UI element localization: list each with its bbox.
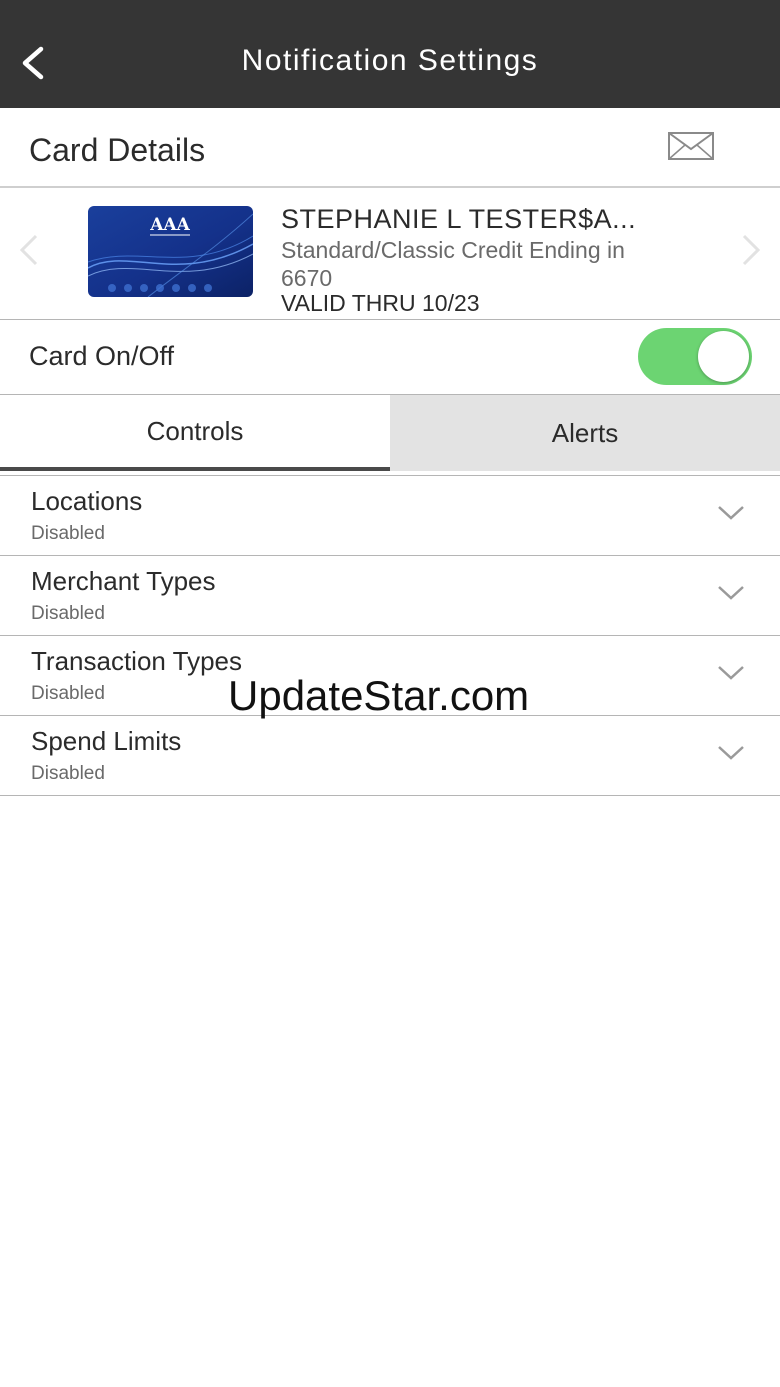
card-type-description: Standard/Classic Credit Ending in 6670 (281, 237, 625, 291)
tab-alerts[interactable]: Alerts (390, 395, 780, 471)
card-on-off-row: Card On/Off (0, 320, 780, 395)
top-bar: Notification Settings (0, 0, 780, 108)
envelope-icon (668, 132, 714, 160)
card-on-off-label: Card On/Off (29, 341, 175, 371)
control-status: Disabled (31, 523, 105, 544)
toggle-knob (698, 331, 749, 382)
control-status: Disabled (31, 763, 105, 784)
previous-card-button[interactable] (14, 230, 44, 270)
control-title: Spend Limits (31, 726, 182, 756)
card-carousel: AAA STEPHANIE L TESTER$A... Standard/Cla… (0, 190, 780, 320)
chevron-left-icon (19, 234, 38, 266)
chevron-down-icon (718, 746, 744, 760)
control-row-locations[interactable]: Locations Disabled (0, 476, 780, 556)
mail-button[interactable] (666, 130, 716, 166)
chevron-down-icon (718, 506, 744, 520)
chevron-down-icon (718, 666, 744, 680)
control-title: Merchant Types (31, 566, 216, 596)
tab-bar: Controls Alerts (0, 395, 780, 471)
page-title: Notification Settings (241, 44, 539, 77)
card-logo-text: AAA (149, 215, 190, 235)
chevron-down-icon (718, 586, 744, 600)
card-on-off-toggle[interactable] (638, 328, 752, 385)
controls-list: Locations Disabled Merchant Types Disabl… (0, 475, 780, 796)
control-title: Transaction Types (31, 646, 242, 676)
tab-controls[interactable]: Controls (0, 395, 390, 471)
control-status: Disabled (31, 683, 105, 704)
control-status: Disabled (31, 603, 105, 624)
watermark-text: UpdateStar.com (228, 672, 530, 719)
next-card-button[interactable] (736, 230, 766, 270)
control-title: Locations (31, 486, 143, 516)
card-holder-name: STEPHANIE L TESTER$A... (281, 204, 637, 234)
card-valid-thru: VALID THRU 10/23 (281, 290, 480, 316)
chevron-right-icon (742, 234, 761, 266)
card-image: AAA (88, 206, 253, 297)
control-row-spend-limits[interactable]: Spend Limits Disabled (0, 716, 780, 796)
card-details-header: Card Details (0, 108, 780, 188)
card-details-title: Card Details (29, 132, 206, 168)
control-row-merchant-types[interactable]: Merchant Types Disabled (0, 556, 780, 636)
credit-card-artwork: AAA (88, 206, 253, 297)
